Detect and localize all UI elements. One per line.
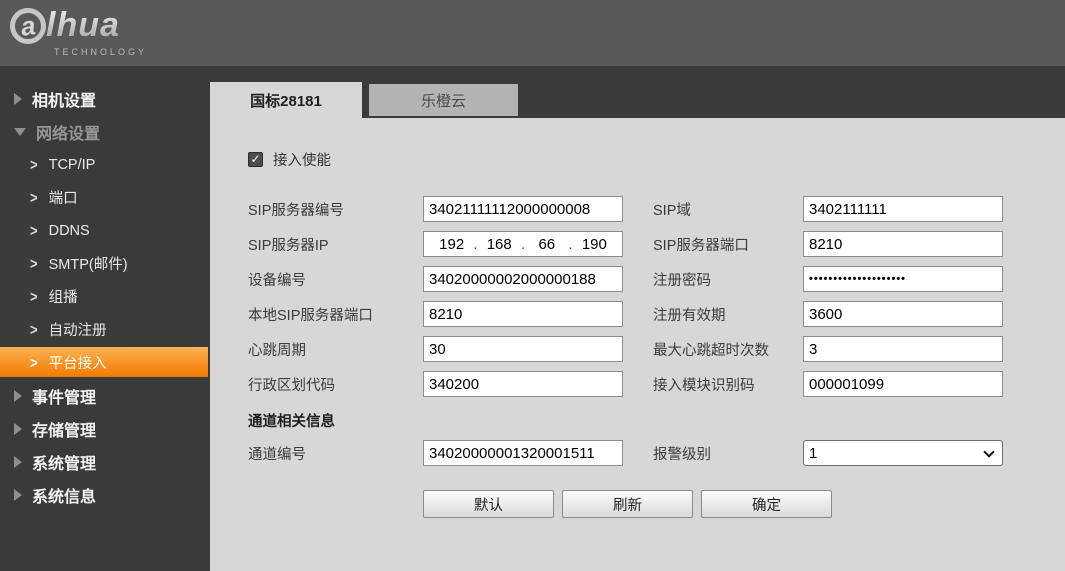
gb28181-panel: ✓ 接入使能 SIP服务器编号 SIP域 SIP服务器IP 192. 168. … [210, 118, 1065, 571]
local-sip-port-input[interactable] [423, 301, 623, 327]
triangle-down-icon [14, 128, 26, 136]
logo-text: lhua [46, 6, 120, 45]
sidebar-item-network-settings[interactable]: 网络设置 [0, 115, 210, 148]
triangle-right-icon [14, 423, 22, 435]
chevron-right-icon: > [30, 189, 38, 207]
admin-division-code-input[interactable] [423, 371, 623, 397]
sidebar: 相机设置 网络设置 > TCP/IP > 端口 > DDNS > SMTP(邮件… [0, 66, 210, 571]
chevron-right-icon: > [30, 255, 38, 273]
sidebar-item-platform-access[interactable]: > 平台接入 [0, 347, 208, 377]
triangle-right-icon [14, 93, 22, 105]
sidebar-item-system-info[interactable]: 系统信息 [0, 478, 210, 511]
sidebar-item-label: 存储管理 [32, 417, 96, 441]
sip-server-id-label: SIP服务器编号 [248, 199, 423, 220]
logo-ring-icon: a [8, 5, 49, 46]
channel-grid: 通道编号 报警级别 1 [248, 440, 1065, 466]
local-sip-port-label: 本地SIP服务器端口 [248, 304, 423, 325]
alarm-level-select[interactable]: 1 [803, 440, 1003, 466]
sip-server-id-input[interactable] [423, 196, 623, 222]
ip-octet-4[interactable]: 190 [573, 236, 616, 253]
sip-server-ip-input[interactable]: 192. 168. 66. 190 [423, 231, 623, 257]
triangle-right-icon [14, 456, 22, 468]
sidebar-item-label: 平台接入 [49, 352, 107, 373]
sidebar-item-smtp[interactable]: > SMTP(邮件) [0, 247, 210, 280]
chevron-right-icon: > [30, 321, 38, 339]
sidebar-item-label: 自动注册 [49, 319, 107, 340]
sip-server-port-label: SIP服务器端口 [653, 234, 803, 255]
access-module-id-input[interactable] [803, 371, 1003, 397]
max-heartbeat-timeout-label: 最大心跳超时次数 [653, 339, 803, 360]
sidebar-item-tcpip[interactable]: > TCP/IP [0, 148, 210, 181]
tab-gb28181[interactable]: 国标28181 [210, 82, 362, 118]
ip-octet-3[interactable]: 66 [525, 236, 568, 253]
chevron-right-icon: > [30, 156, 38, 174]
sidebar-item-label: 系统管理 [32, 450, 96, 474]
triangle-right-icon [14, 390, 22, 402]
tab-lechange-cloud[interactable]: 乐橙云 [369, 84, 518, 116]
button-row: 默认 刷新 确定 [423, 490, 1065, 518]
sidebar-item-storage-management[interactable]: 存储管理 [0, 412, 210, 445]
admin-division-code-label: 行政区划代码 [248, 374, 423, 395]
sidebar-item-label: DDNS [49, 223, 90, 239]
sidebar-item-port[interactable]: > 端口 [0, 181, 210, 214]
sidebar-item-label: TCP/IP [49, 157, 96, 173]
register-validity-label: 注册有效期 [653, 304, 803, 325]
chevron-right-icon: > [30, 353, 38, 371]
triangle-right-icon [14, 489, 22, 501]
channel-id-input[interactable] [423, 440, 623, 466]
device-id-input[interactable] [423, 266, 623, 292]
default-button[interactable]: 默认 [423, 490, 554, 518]
chevron-right-icon: > [30, 288, 38, 306]
device-id-label: 设备编号 [248, 269, 423, 290]
enable-row: ✓ 接入使能 [248, 151, 1065, 167]
sidebar-item-camera-settings[interactable]: 相机设置 [0, 82, 210, 115]
max-heartbeat-timeout-input[interactable] [803, 336, 1003, 362]
alarm-level-label: 报警级别 [653, 443, 803, 464]
logo-subtitle: TECHNOLOGY [54, 47, 147, 57]
sidebar-item-auto-register[interactable]: > 自动注册 [0, 313, 210, 346]
heartbeat-period-input[interactable] [423, 336, 623, 362]
sidebar-item-label: SMTP(邮件) [49, 253, 128, 274]
sidebar-item-multicast[interactable]: > 组播 [0, 280, 210, 313]
confirm-button[interactable]: 确定 [701, 490, 832, 518]
sidebar-item-label: 端口 [49, 187, 78, 208]
sip-server-ip-label: SIP服务器IP [248, 234, 423, 255]
access-module-id-label: 接入模块识别码 [653, 374, 803, 395]
refresh-button[interactable]: 刷新 [562, 490, 693, 518]
checkmark-icon: ✓ [250, 153, 260, 165]
sidebar-item-label: 网络设置 [36, 120, 100, 144]
tab-bar: 国标28181 乐橙云 [210, 66, 1065, 118]
register-password-label: 注册密码 [653, 269, 803, 290]
channel-section-title: 通道相关信息 [248, 410, 1065, 431]
ip-octet-1[interactable]: 192 [430, 236, 473, 253]
sip-server-port-input[interactable] [803, 231, 1003, 257]
form-grid: SIP服务器编号 SIP域 SIP服务器IP 192. 168. 66. 190… [248, 196, 1065, 397]
app-header: a lhua TECHNOLOGY [0, 0, 1065, 66]
sip-domain-input[interactable] [803, 196, 1003, 222]
channel-id-label: 通道编号 [248, 443, 423, 464]
sidebar-item-event-management[interactable]: 事件管理 [0, 379, 210, 412]
sidebar-item-label: 系统信息 [32, 483, 96, 507]
sip-domain-label: SIP域 [653, 199, 803, 220]
sidebar-item-system-management[interactable]: 系统管理 [0, 445, 210, 478]
register-validity-input[interactable] [803, 301, 1003, 327]
sidebar-item-label: 组播 [49, 286, 78, 307]
dahua-logo: a lhua TECHNOLOGY [10, 6, 147, 57]
access-enable-label: 接入使能 [273, 149, 331, 170]
chevron-right-icon: > [30, 222, 38, 240]
heartbeat-period-label: 心跳周期 [248, 339, 423, 360]
ip-octet-2[interactable]: 168 [478, 236, 521, 253]
sidebar-item-label: 事件管理 [32, 384, 96, 408]
sidebar-item-label: 相机设置 [32, 87, 96, 111]
access-enable-checkbox[interactable]: ✓ [248, 152, 263, 167]
sidebar-item-ddns[interactable]: > DDNS [0, 214, 210, 247]
register-password-input[interactable] [803, 266, 1003, 292]
